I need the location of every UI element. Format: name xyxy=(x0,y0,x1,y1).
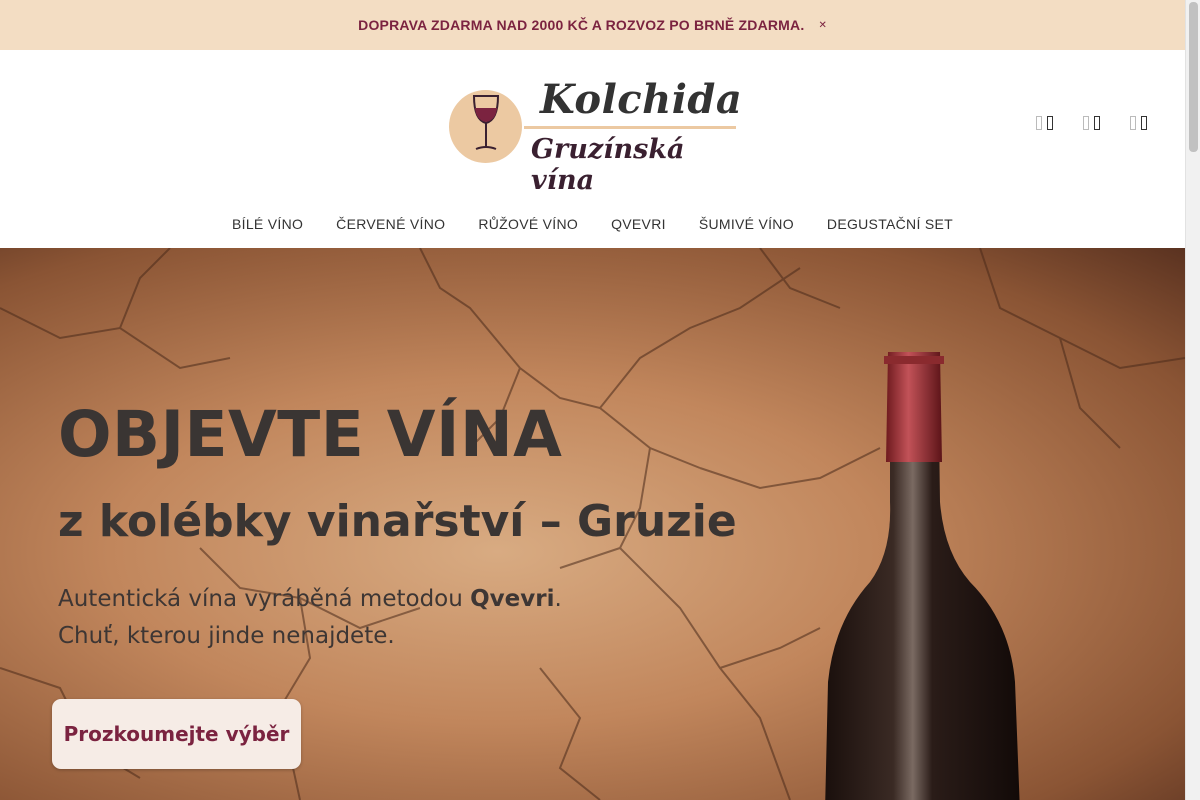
hero-headline: OBJEVTE VÍNA xyxy=(58,398,563,471)
header-icons xyxy=(1036,116,1147,130)
logo-tagline: Gruzínská vína xyxy=(531,134,685,196)
hero-text-line-1-start: Autentická vína vyráběná metodou xyxy=(58,586,471,612)
announcement-bar: DOPRAVA ZDARMA NAD 2000 KČ A ROZVOZ PO B… xyxy=(0,0,1185,50)
search-icon[interactable] xyxy=(1036,116,1053,130)
nav-item-bile-vino[interactable]: BÍLÉ VÍNO xyxy=(216,216,320,232)
hero-text-line-1-end: . xyxy=(554,586,562,612)
hero-subheadline: z kolébky vinařství – Gruzie xyxy=(58,496,737,547)
nav-item-qvevri[interactable]: QVEVRI xyxy=(595,216,683,232)
nav-item-degustacni-set[interactable]: DEGUSTAČNÍ SET xyxy=(810,216,969,232)
cart-icon[interactable] xyxy=(1130,116,1147,130)
nav-item-ruzove-vino[interactable]: RŮŽOVÉ VÍNO xyxy=(462,216,595,232)
announcement-text: DOPRAVA ZDARMA NAD 2000 KČ A ROZVOZ PO B… xyxy=(358,17,805,33)
wine-bottle-image xyxy=(825,352,1020,800)
nav-item-cervene-vino[interactable]: ČERVENÉ VÍNO xyxy=(320,216,462,232)
hero-text-qvevri: Qvevri xyxy=(470,586,555,612)
logo-divider xyxy=(524,126,736,129)
user-icon[interactable] xyxy=(1083,116,1100,130)
scrollbar-thumb[interactable] xyxy=(1189,2,1198,152)
logo[interactable]: Kolchida Gruzínská vína xyxy=(446,76,742,196)
hero-text-line-1: Autentická vína vyráběná metodou Qvevri. xyxy=(58,586,562,612)
main-nav: BÍLÉ VÍNO ČERVENÉ VÍNO RŮŽOVÉ VÍNO QVEVR… xyxy=(0,216,1185,232)
nav-item-sumive-vino[interactable]: ŠUMIVÉ VÍNO xyxy=(682,216,810,232)
hero-text-line-2: Chuť, kterou jinde nenajdete. xyxy=(58,623,395,649)
site-header: Kolchida Gruzínská vína BÍLÉ VÍNO ČERVEN… xyxy=(0,50,1185,248)
close-icon[interactable]: ✕ xyxy=(818,20,826,31)
wine-glass-icon xyxy=(472,95,500,150)
logo-brand: Kolchida xyxy=(540,76,743,123)
scrollbar[interactable] xyxy=(1185,0,1200,800)
explore-selection-button[interactable]: Prozkoumejte výběr xyxy=(52,699,301,769)
hero-banner: OBJEVTE VÍNA z kolébky vinařství – Gruzi… xyxy=(0,248,1185,800)
